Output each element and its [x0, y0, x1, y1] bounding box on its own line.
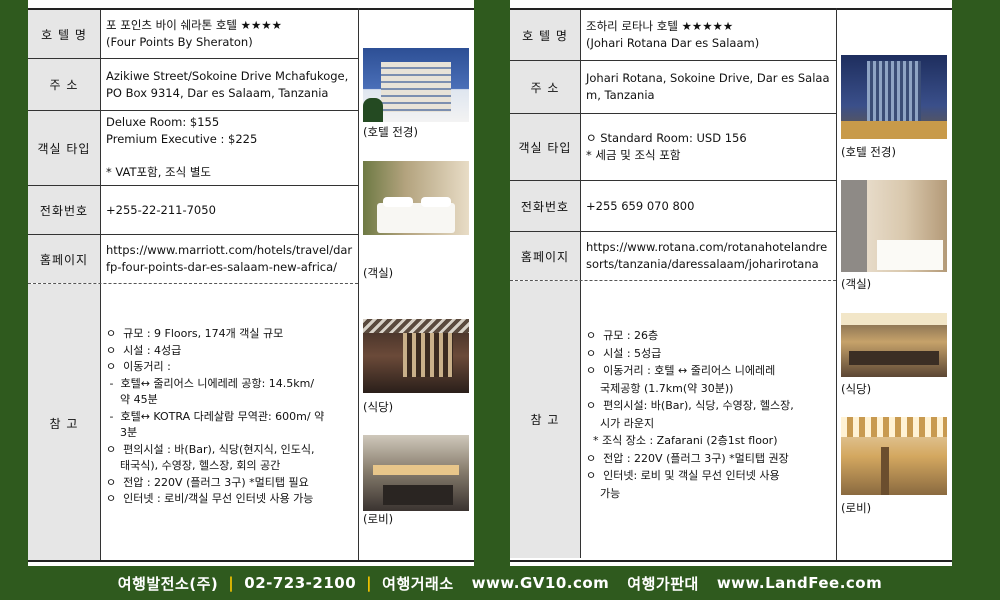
label-homepage: 홈페이지 — [28, 235, 101, 283]
row-notes: 참 고 ㅇ 규모 : 26층 ㅇ 시설 : 5성급 ㅇ 이동거리 : 호텔 ↔ 줄리… — [510, 281, 836, 558]
hotel-sheet-johari-rotana: 호 텔 명 조하리 로타나 호텔 ★★★★★ (Johari Rotana Da… — [510, 0, 952, 566]
note-item: - 호텔↔ KOTRA 다레살람 무역관: 600m/ 약 — [106, 409, 325, 423]
label-room-types: 객실 타입 — [28, 111, 101, 185]
notes-list: ㅇ 규모 : 9 Floors, 174개 객실 규모 ㅇ 시설 : 4성급 ㅇ 이… — [106, 326, 324, 508]
hotel-sheet-four-points: 호 텔 명 포 포인츠 바이 쉐라톤 호텔 ★★★★ (Four Points … — [28, 0, 474, 566]
note-item: 시가 라운지 — [586, 416, 655, 430]
photo-column: (호텔 전경) (객실) (식당) (로비) — [836, 8, 953, 562]
room-type-line: Deluxe Room: $155 — [106, 115, 220, 129]
note-item: ㅇ 시설 : 4성급 — [106, 343, 182, 357]
address-value: Azikiwe Street/Sokoine Drive Mchafukoge,… — [106, 68, 349, 100]
footer-company: 여행발전소(주) — [117, 574, 219, 593]
table-bottom-border — [510, 560, 952, 562]
note-item: - 호텔↔ 줄리어스 니에레레 공항: 14.5km/ — [106, 376, 315, 390]
label-homepage: 홈페이지 — [510, 232, 581, 280]
room-note: * VAT포함, 조식 별도 — [106, 165, 211, 179]
footer-label-exchange: 여행거래소 — [382, 574, 454, 593]
row-phone: 전화번호 +255-22-211-7050 — [28, 186, 358, 235]
row-hotel-name: 호 텔 명 조하리 로타나 호텔 ★★★★★ (Johari Rotana Da… — [510, 10, 836, 61]
hotel-name-korean: 조하리 로타나 호텔 ★★★★★ — [586, 19, 734, 33]
label-hotel-name: 호 텔 명 — [28, 10, 101, 58]
label-phone: 전화번호 — [28, 186, 101, 234]
notes-list: ㅇ 규모 : 26층 ㅇ 시설 : 5성급 ㅇ 이동거리 : 호텔 ↔ 줄리어스 니… — [586, 327, 794, 502]
footer-link-landfee[interactable]: www.LandFee.com — [717, 574, 882, 592]
note-item: ㅇ 이동거리 : — [106, 360, 171, 373]
label-notes: 참 고 — [28, 284, 101, 562]
table-bottom-border — [28, 560, 474, 562]
note-item: ㅇ 규모 : 26층 — [586, 329, 659, 342]
note-item: 3분 — [106, 426, 138, 439]
note-item: ㅇ 인터넷: 로비 및 객실 무선 인터넷 사용 — [586, 469, 780, 482]
caption-room: (객실) — [363, 266, 394, 280]
footer-label-stand: 여행가판대 — [627, 574, 699, 593]
hotel-restaurant-photo — [841, 313, 947, 377]
caption-lobby: (로비) — [841, 501, 872, 515]
hotel-room-photo — [363, 161, 469, 235]
photo-column: (호텔 전경) (객실) (식당) (로비) — [358, 8, 475, 562]
row-room-types: 객실 타입 ㅇ Standard Room: USD 156 * 세금 및 조식… — [510, 114, 836, 181]
hotel-name-english: (Four Points By Sheraton) — [106, 35, 253, 49]
row-hotel-name: 호 텔 명 포 포인츠 바이 쉐라톤 호텔 ★★★★ (Four Points … — [28, 10, 358, 59]
row-address: 주 소 Johari Rotana, Sokoine Drive, Dar es… — [510, 61, 836, 114]
label-address: 주 소 — [28, 59, 101, 110]
hotel-exterior-photo — [841, 55, 947, 139]
homepage-link[interactable]: https://www.rotana.com/rotanahotelandres… — [581, 232, 836, 280]
room-note: * 세금 및 조식 포함 — [586, 148, 681, 162]
note-item: * 조식 장소 : Zafarani (2층1st floor) — [586, 434, 778, 447]
footer-separator: | — [366, 574, 373, 592]
note-item: 약 45분 — [106, 393, 158, 406]
row-address: 주 소 Azikiwe Street/Sokoine Drive Mchafuk… — [28, 59, 358, 111]
caption-lobby: (로비) — [363, 512, 394, 526]
caption-exterior: (호텔 전경) — [363, 125, 418, 139]
homepage-link[interactable]: https://www.marriott.com/hotels/travel/d… — [101, 235, 358, 283]
note-item: 국제공항 (1.7km(약 30분)) — [586, 381, 734, 395]
label-phone: 전화번호 — [510, 181, 581, 231]
note-item: ㅇ 편의시설: 바(Bar), 식당, 수영장, 헬스장, — [586, 399, 794, 412]
row-homepage: 홈페이지 https://www.marriott.com/hotels/tra… — [28, 235, 358, 284]
caption-room: (객실) — [841, 277, 872, 291]
footer-link-gv10[interactable]: www.GV10.com — [472, 574, 610, 592]
row-phone: 전화번호 +255 659 070 800 — [510, 181, 836, 232]
hotel-name-korean: 포 포인츠 바이 쉐라톤 호텔 ★★★★ — [106, 18, 282, 32]
hotel-room-photo — [841, 180, 947, 272]
label-notes: 참 고 — [510, 281, 581, 558]
footer-bar: 여행발전소(주) | 02-723-2100 | 여행거래소 www.GV10.… — [0, 566, 1000, 600]
row-notes: 참 고 ㅇ 규모 : 9 Floors, 174개 객실 규모 ㅇ 시설 : 4성… — [28, 284, 358, 562]
footer-separator: | — [228, 574, 235, 592]
footer-phone: 02-723-2100 — [244, 574, 357, 592]
address-value: Johari Rotana, Sokoine Drive, Dar es Sal… — [586, 71, 830, 102]
caption-exterior: (호텔 전경) — [841, 145, 896, 159]
hotel-lobby-photo — [841, 417, 947, 495]
hotel-restaurant-photo — [363, 319, 469, 393]
note-item: ㅇ 인터넷 : 로비/객실 무선 인터넷 사용 가능 — [106, 492, 314, 505]
caption-restaurant: (식당) — [841, 382, 872, 396]
row-homepage: 홈페이지 https://www.rotana.com/rotanahotela… — [510, 232, 836, 281]
row-room-types: 객실 타입 Deluxe Room: $155 Premium Executiv… — [28, 111, 358, 186]
hotel-exterior-photo — [363, 48, 469, 122]
note-item: ㅇ 편의시설 : 바(Bar), 식당(현지식, 인도식, — [106, 442, 315, 456]
hotel-name-english: (Johari Rotana Dar es Salaam) — [586, 36, 760, 50]
note-item: ㅇ 전압 : 220V (플러그 3구) *멀티탭 권장 — [586, 451, 789, 465]
label-room-types: 객실 타입 — [510, 114, 581, 180]
room-type-line: ㅇ Standard Room: USD 156 — [586, 131, 747, 145]
note-item: ㅇ 이동거리 : 호텔 ↔ 줄리어스 니에레레 — [586, 364, 776, 377]
note-item: ㅇ 규모 : 9 Floors, 174개 객실 규모 — [106, 327, 284, 340]
room-type-line: Premium Executive : $225 — [106, 132, 258, 146]
label-hotel-name: 호 텔 명 — [510, 10, 581, 60]
phone-value: +255 659 070 800 — [586, 198, 695, 213]
label-address: 주 소 — [510, 61, 581, 113]
note-item: 태국식), 수영장, 헬스장, 회의 공간 — [106, 459, 281, 472]
hotel-lobby-photo — [363, 435, 469, 511]
note-item: 가능 — [586, 486, 621, 500]
caption-restaurant: (식당) — [363, 400, 394, 414]
phone-value: +255-22-211-7050 — [106, 202, 216, 217]
note-item: ㅇ 전압 : 220V (플러그 3구) *멀티탭 필요 — [106, 475, 309, 489]
note-item: ㅇ 시설 : 5성급 — [586, 346, 662, 360]
